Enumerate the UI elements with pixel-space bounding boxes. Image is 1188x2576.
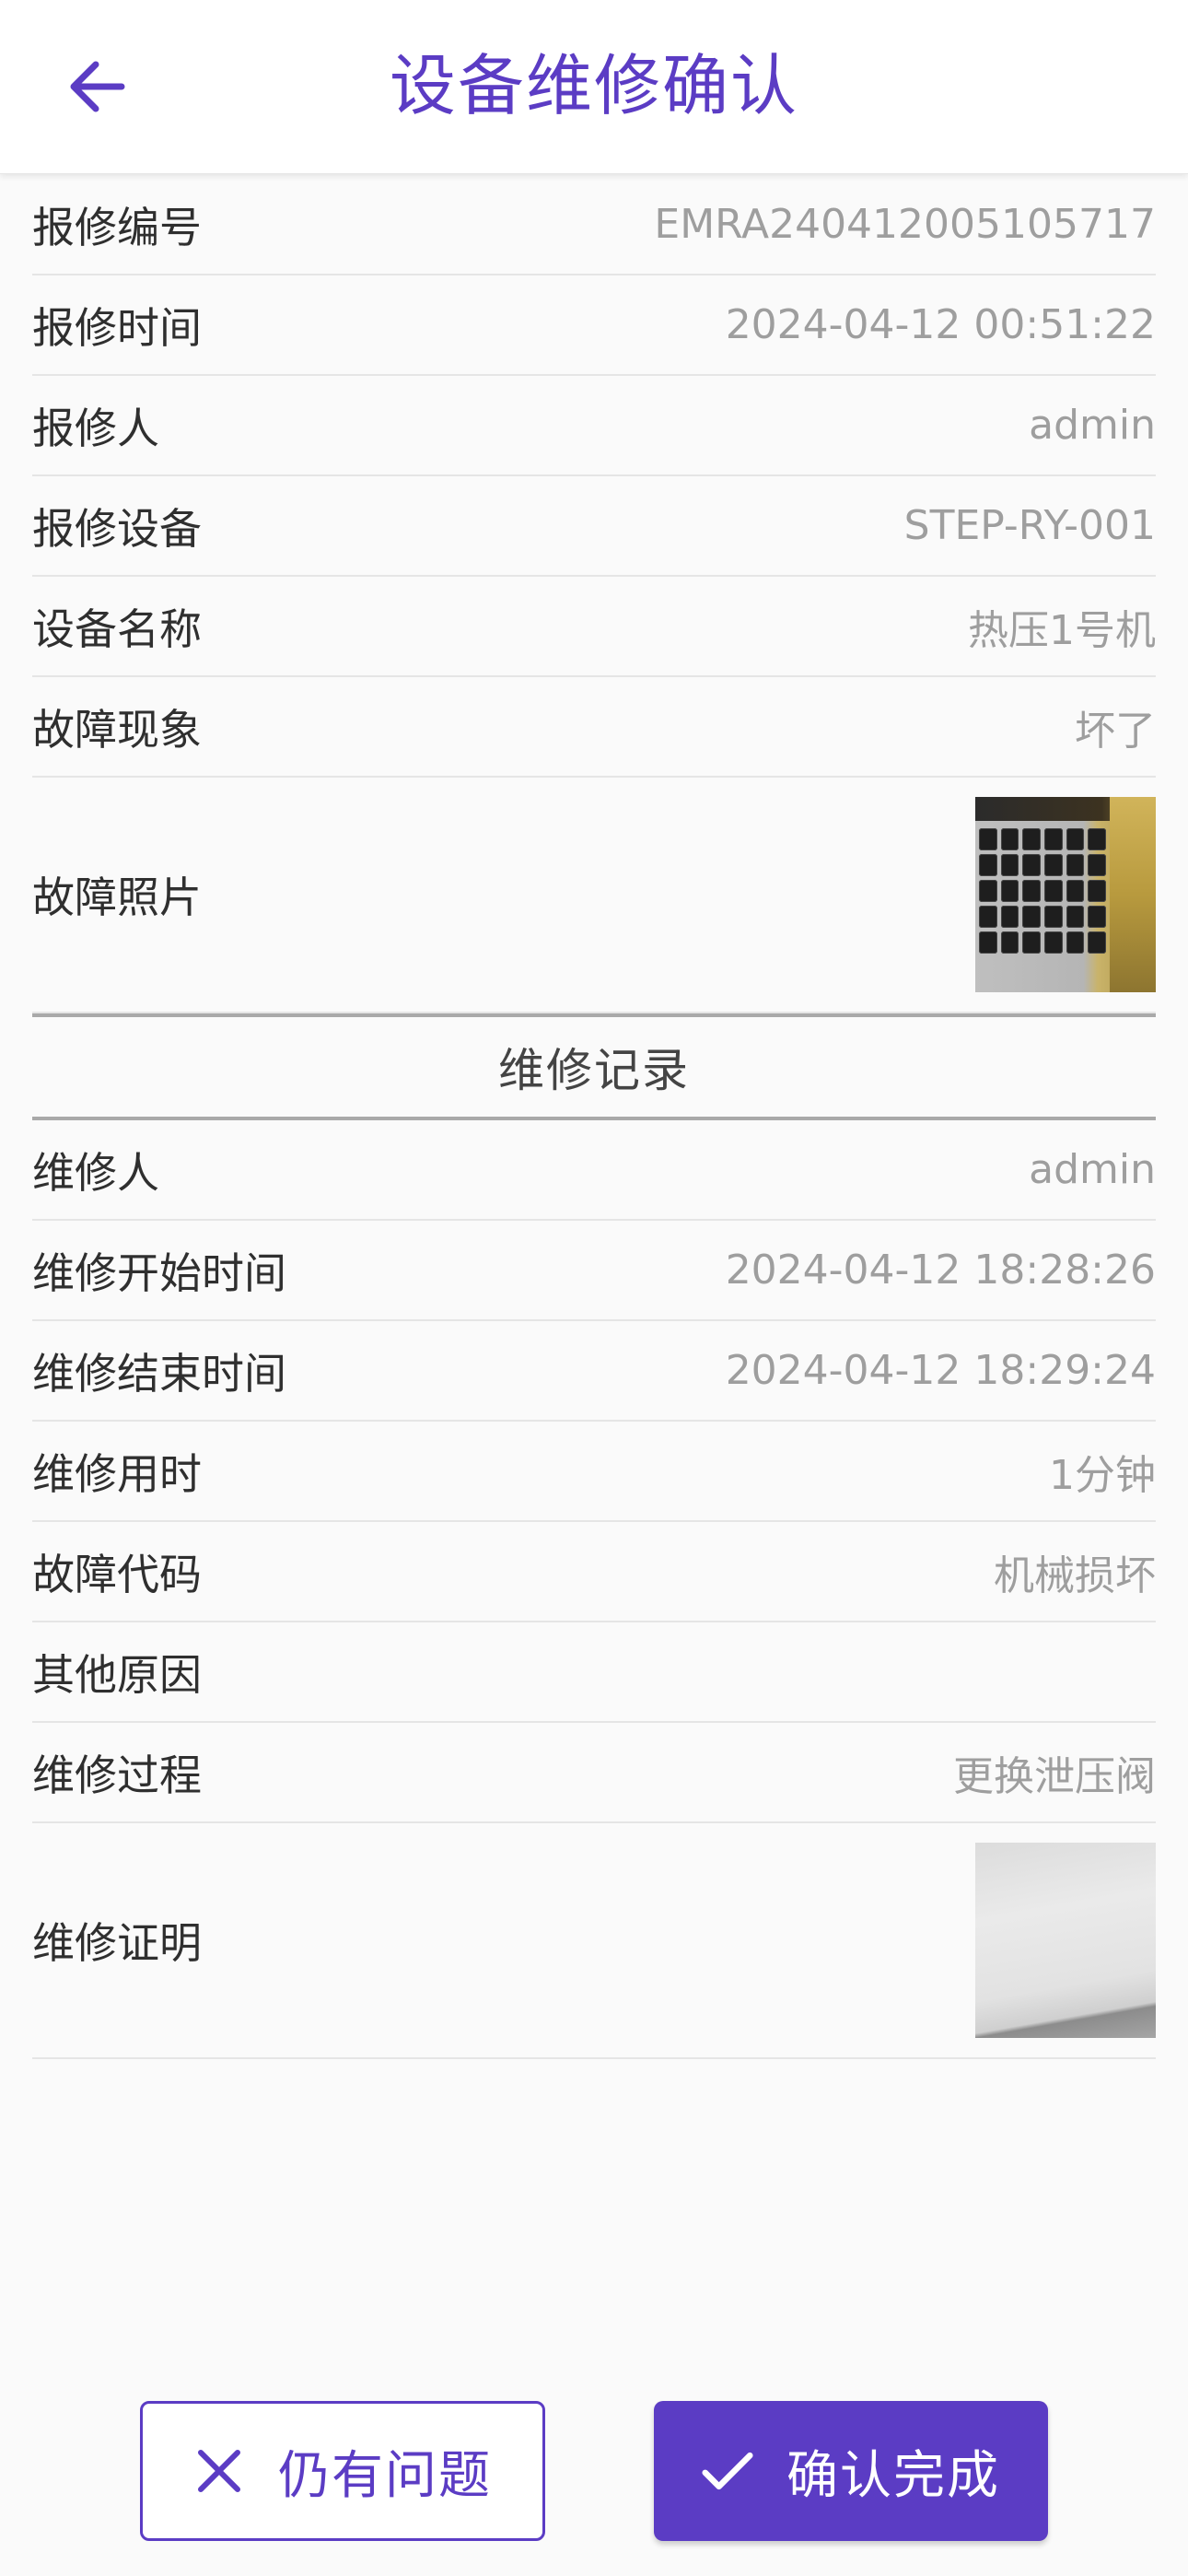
detail-value: 坏了 (1075, 707, 1156, 755)
detail-label: 故障照片 (32, 872, 202, 922)
repair-label: 维修用时 (32, 1448, 202, 1499)
repair-row-duration: 维修用时 1分钟 (32, 1422, 1156, 1522)
detail-row-equipment-name: 设备名称 热压1号机 (32, 577, 1156, 677)
detail-value: 2024-04-12 00:51:22 (725, 301, 1156, 348)
repair-row-proof: 维修证明 (32, 1823, 1156, 2059)
detail-row-reporter: 报修人 admin (32, 376, 1156, 476)
repair-label: 维修结束时间 (32, 1348, 286, 1399)
repair-row-other-reason: 其他原因 (32, 1622, 1156, 1723)
detail-label: 报修设备 (32, 503, 202, 554)
repair-row-end-time: 维修结束时间 2024-04-12 18:29:24 (32, 1321, 1156, 1422)
check-icon (702, 2445, 753, 2497)
repair-proof-thumbnail[interactable] (975, 1843, 1156, 2038)
detail-row-repair-no: 报修编号 EMRA240412005105717 (32, 175, 1156, 275)
repair-label: 其他原因 (32, 1649, 202, 1700)
detail-value: STEP-RY-001 (903, 502, 1156, 549)
repair-label: 故障代码 (32, 1549, 202, 1599)
detail-row-repair-time: 报修时间 2024-04-12 00:51:22 (32, 275, 1156, 376)
repair-label: 维修证明 (32, 1918, 202, 1968)
repair-row-technician: 维修人 admin (32, 1120, 1156, 1221)
fault-photo-thumbnail[interactable] (975, 797, 1156, 992)
detail-list: 报修编号 EMRA240412005105717 报修时间 2024-04-12… (32, 175, 1156, 2059)
detail-label: 报修时间 (32, 302, 202, 353)
detail-label: 报修人 (32, 403, 159, 453)
close-icon (193, 2445, 245, 2497)
confirm-complete-label: 确认完成 (786, 2445, 1000, 2506)
repair-row-process: 维修过程 更换泄压阀 (32, 1723, 1156, 1823)
section-title: 维修记录 (498, 1044, 690, 1097)
repair-confirm-page: 设备维修确认 报修编号 EMRA240412005105717 报修时间 202… (0, 0, 1188, 2576)
repair-value: 机械损坏 (994, 1551, 1156, 1599)
repair-record-section-header: 维修记录 (32, 1013, 1156, 1120)
detail-label: 设备名称 (32, 603, 202, 654)
page-title: 设备维修确认 (389, 47, 798, 124)
confirm-complete-button[interactable]: 确认完成 (654, 2401, 1048, 2541)
repair-label: 维修过程 (32, 1750, 202, 1800)
still-has-problem-button[interactable]: 仍有问题 (140, 2401, 545, 2541)
app-bar: 设备维修确认 (0, 0, 1188, 174)
detail-value: EMRA240412005105717 (654, 201, 1156, 248)
repair-row-fault-code: 故障代码 机械损坏 (32, 1522, 1156, 1622)
repair-value: 2024-04-12 18:29:24 (725, 1347, 1156, 1394)
still-has-problem-label: 仍有问题 (278, 2445, 492, 2506)
repair-label: 维修人 (32, 1147, 159, 1198)
detail-label: 报修编号 (32, 202, 202, 252)
repair-value: 更换泄压阀 (953, 1752, 1156, 1800)
detail-row-equipment: 报修设备 STEP-RY-001 (32, 476, 1156, 577)
repair-value: admin (1029, 1146, 1156, 1193)
detail-value: 热压1号机 (968, 606, 1156, 654)
detail-value: admin (1029, 402, 1156, 449)
detail-label: 故障现象 (32, 704, 202, 755)
detail-row-fault-symptom: 故障现象 坏了 (32, 677, 1156, 778)
detail-row-fault-photo: 故障照片 (32, 778, 1156, 1013)
repair-label: 维修开始时间 (32, 1247, 286, 1298)
repair-value: 1分钟 (1049, 1451, 1156, 1499)
repair-value: 2024-04-12 18:28:26 (725, 1247, 1156, 1294)
repair-row-start-time: 维修开始时间 2024-04-12 18:28:26 (32, 1221, 1156, 1321)
